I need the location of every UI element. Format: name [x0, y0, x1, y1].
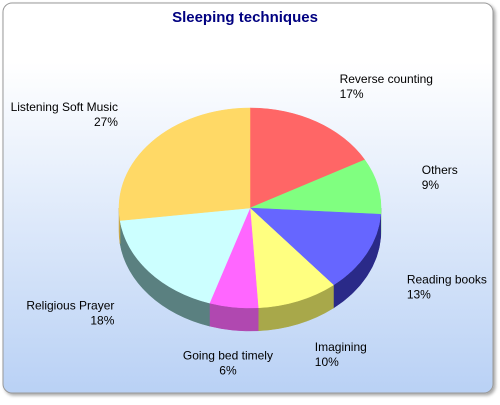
pie-slices [119, 108, 381, 308]
pie-chart: Sleeping techniques Reverse counting17% O… [0, 0, 500, 400]
slice-value-label: 27% [94, 115, 118, 129]
slice-name-label: Reverse counting [340, 72, 433, 86]
chart-container: Sleeping techniques Reverse counting17% O… [0, 0, 500, 400]
slice-name-label: Others [422, 163, 458, 177]
chart-title: Sleeping techniques [172, 9, 318, 26]
slice-name-label: Reading books [407, 272, 487, 286]
slice-value-label: 6% [219, 364, 237, 378]
slice-name-label: Listening Soft Music [11, 100, 118, 114]
slice-value-label: 10% [315, 355, 339, 369]
slice-value-label: 17% [340, 87, 364, 101]
slice-name-label: Religious Prayer [26, 298, 114, 312]
slice-name-label: Going bed timely [183, 349, 273, 363]
slice-value-label: 13% [407, 287, 431, 301]
slice-value-label: 18% [90, 313, 114, 327]
slice-name-label: Imagining [315, 340, 367, 354]
slice-value-label: 9% [422, 178, 440, 192]
